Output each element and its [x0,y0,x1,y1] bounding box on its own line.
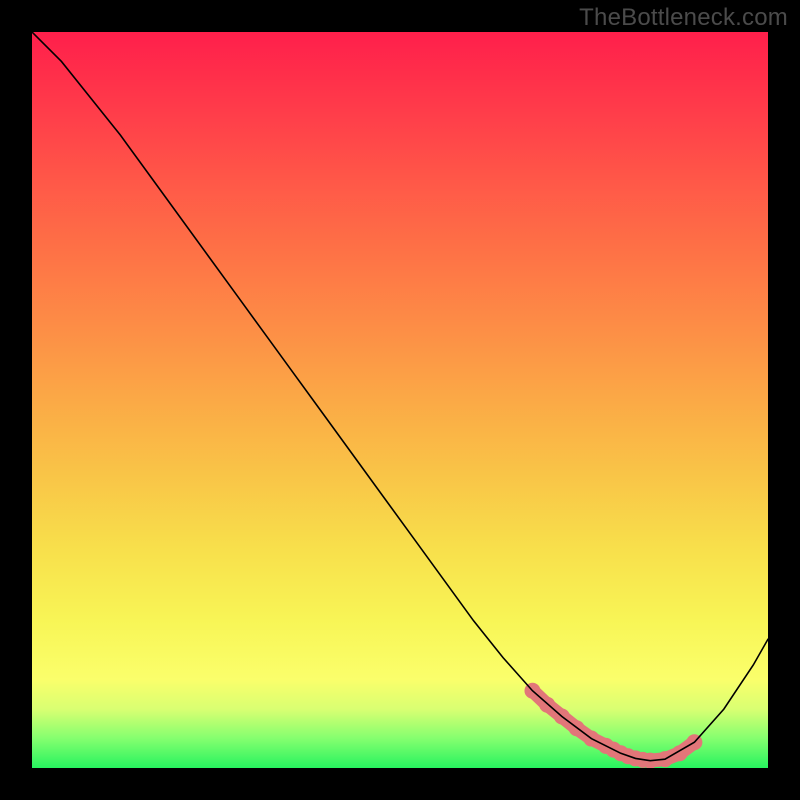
plot-area [32,32,768,768]
highlight-group [524,683,702,768]
chart-svg [32,32,768,768]
data-curve [32,32,768,761]
highlight-dots [524,683,702,768]
watermark-text: TheBottleneck.com [579,4,788,32]
chart-frame: TheBottleneck.com [0,0,800,800]
